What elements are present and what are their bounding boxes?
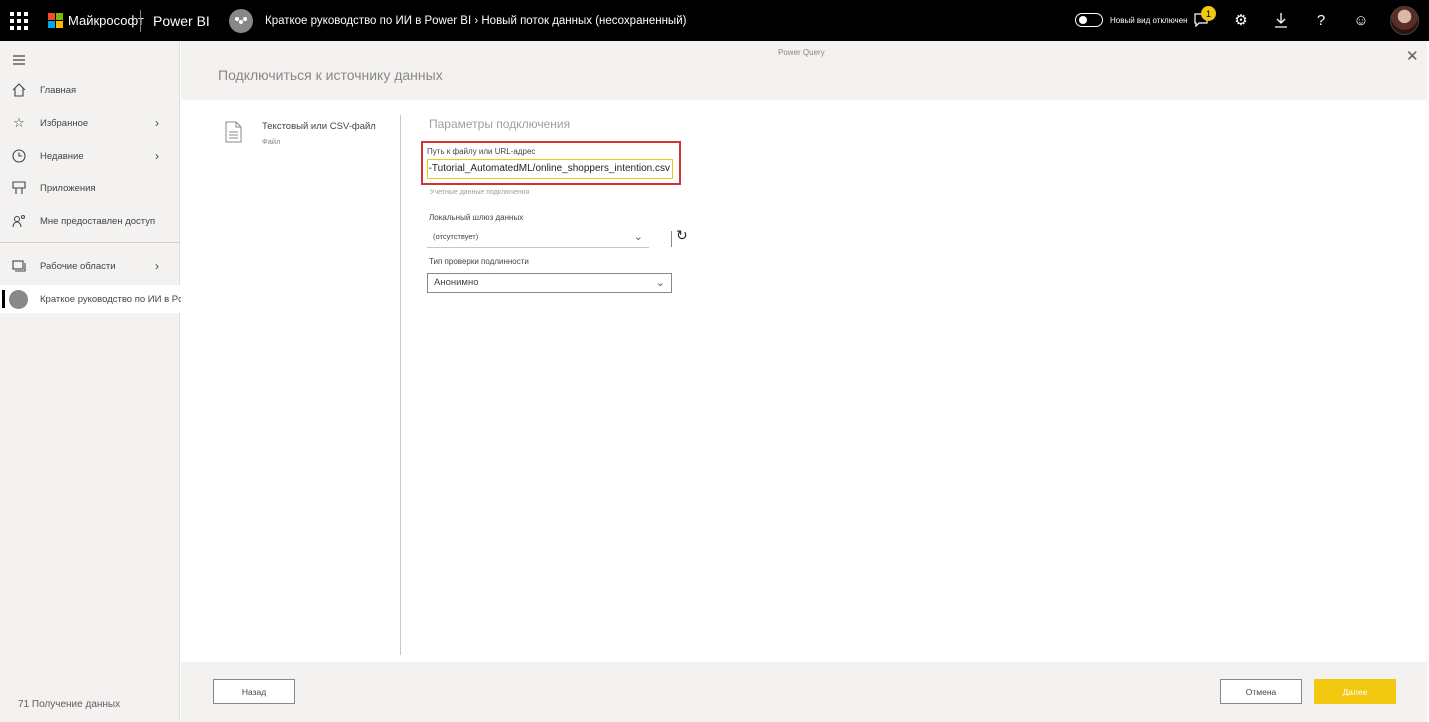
refresh-icon[interactable]: ↻ [676, 227, 688, 244]
sidebar-item-home[interactable]: Главная [0, 76, 180, 104]
top-bar: Майкрософт Power BI Краткое руководство … [0, 0, 1429, 41]
nav-collapse-button[interactable] [0, 46, 180, 74]
credentials-note: Учетные данные подключения [430, 189, 530, 196]
star-icon: ☆ [13, 115, 25, 130]
chevron-right-icon[interactable]: › [155, 149, 159, 163]
dialog-app-label: Power Query [778, 48, 825, 57]
auth-label: Тип проверки подлинности [429, 257, 529, 266]
power-query-dialog: Power Query Подключиться к источнику дан… [181, 41, 1429, 722]
auth-value: Анонимно [434, 277, 479, 288]
clock-icon [11, 148, 27, 164]
source-type: Файл [262, 137, 281, 146]
get-data-link[interactable]: 71 Получение данных [18, 699, 120, 710]
brand-name[interactable]: Майкрософт [68, 13, 144, 28]
auth-kind-select[interactable]: Анонимно ⌄ [427, 273, 672, 293]
download-icon[interactable] [1271, 10, 1291, 30]
file-path-input[interactable]: https://raw.githubusercontent.com/santia… [427, 159, 673, 179]
apps-icon [11, 180, 27, 196]
back-button[interactable]: Назад [213, 679, 295, 704]
app-launcher-icon[interactable] [10, 12, 28, 30]
microsoft-logo-icon [48, 13, 63, 28]
sidebar-item-favorites[interactable]: ☆ Избранное › [0, 109, 180, 137]
breadcrumb-title[interactable]: Краткое руководство по ИИ в Power BI › Н… [265, 15, 686, 27]
refresh-divider [671, 231, 672, 247]
panel-divider [400, 115, 401, 655]
notification-badge: 1 [1201, 6, 1216, 21]
chevron-right-icon[interactable]: › [155, 116, 159, 130]
active-indicator [2, 290, 5, 308]
file-path-value: https://raw.githubusercontent.com/santia… [428, 163, 670, 174]
sidebar-item-label: Недавние [40, 150, 84, 162]
gateway-select[interactable]: (отсутствует) ⌄ [427, 228, 649, 248]
connection-settings-title: Параметры подключения [429, 117, 571, 131]
workspace-avatar-icon [9, 289, 28, 309]
sidebar-item-workspaces[interactable]: Рабочие области › [0, 252, 180, 280]
next-button[interactable]: Далее [1314, 679, 1396, 704]
sidebar-item-label: Избранное [40, 117, 89, 129]
sidebar-item-recent[interactable]: Недавние › [0, 142, 180, 170]
gateway-value: (отсутствует) [433, 232, 479, 241]
home-icon [11, 82, 27, 98]
new-look-toggle[interactable] [1075, 13, 1103, 27]
sidebar-item-shared[interactable]: Мне предоставлен доступ [0, 207, 180, 235]
workspaces-icon [11, 258, 27, 274]
workspace-avatar-icon [229, 9, 253, 33]
chevron-down-icon: ⌄ [655, 277, 665, 289]
sidebar-item-label: Приложения [40, 182, 96, 194]
nav-sidebar: Главная ☆ Избранное › Недавние › Приложе… [0, 41, 210, 722]
user-avatar[interactable] [1390, 6, 1419, 35]
gateway-label: Локальный шлюз данных [429, 213, 524, 222]
dialog-title: Подключиться к источнику данных [218, 67, 443, 83]
dialog-header: Power Query Подключиться к источнику дан… [181, 41, 1427, 100]
sidebar-item-current-workspace[interactable]: Краткое руководство по ИИ в Power BI [0, 285, 210, 313]
new-look-label: Новый вид отключен [1110, 16, 1188, 25]
shared-icon [11, 213, 27, 229]
product-name[interactable]: Power BI [153, 13, 210, 29]
sidebar-divider [0, 242, 180, 243]
sidebar-item-label: Главная [40, 84, 77, 96]
source-name: Текстовый или CSV-файл [262, 121, 376, 132]
path-label: Путь к файлу или URL-адрес [427, 147, 536, 156]
brand-divider [140, 10, 141, 32]
dialog-footer: Назад Отмена Далее [181, 662, 1427, 722]
help-icon[interactable]: ? [1311, 10, 1331, 30]
close-icon[interactable]: ✕ [1406, 47, 1419, 65]
chevron-down-icon: ⌄ [633, 231, 643, 243]
hamburger-icon [11, 52, 27, 68]
file-icon [225, 121, 242, 143]
chevron-right-icon[interactable]: › [155, 259, 159, 273]
settings-gear-icon[interactable]: ⚙ [1231, 10, 1251, 30]
sidebar-item-label: Мне предоставлен доступ [40, 215, 156, 227]
sidebar-item-label: Рабочие области [40, 260, 116, 272]
feedback-smiley-icon[interactable]: ☺ [1351, 10, 1371, 30]
cancel-button[interactable]: Отмена [1220, 679, 1302, 704]
sidebar-item-apps[interactable]: Приложения [0, 174, 180, 202]
